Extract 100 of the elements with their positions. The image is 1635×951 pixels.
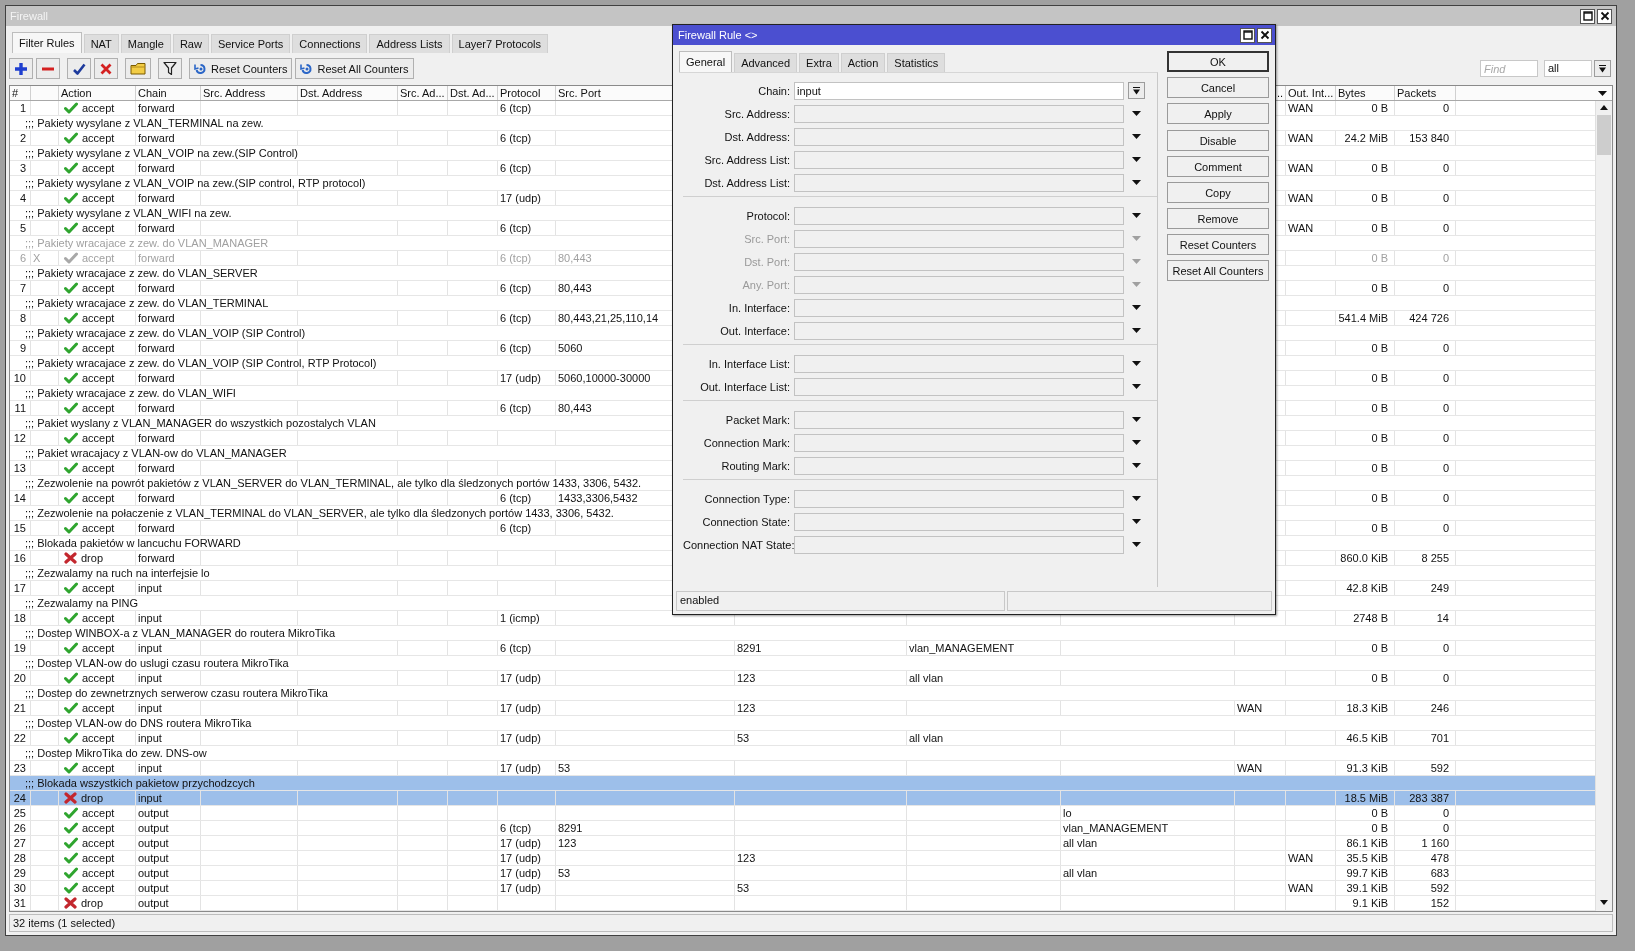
column-header[interactable]: Out. Int... (1286, 86, 1336, 100)
table-row[interactable]: 25 accept output lo 0 B 0 (10, 806, 1595, 821)
table-cell: 0 (1395, 371, 1456, 385)
column-header[interactable]: Bytes (1336, 86, 1395, 100)
table-row[interactable]: 21 accept input 17 (udp) 123 WAN 18.3 KiB 246 (10, 701, 1595, 716)
tab[interactable]: Layer7 Protocols (451, 34, 549, 53)
reset-button[interactable]: Reset Counters (189, 58, 293, 79)
table-row[interactable]: 30 accept output 17 (udp) 53 WAN 39.1 KiB 592 (10, 881, 1595, 896)
table-cell: all vlan (907, 671, 1061, 685)
dialog-button[interactable]: Reset All Counters (1167, 260, 1269, 281)
tab[interactable]: Raw (172, 34, 209, 53)
tab[interactable]: Advanced (734, 53, 798, 72)
table-cell: WAN (1286, 131, 1336, 145)
search-field[interactable]: Find (1480, 60, 1538, 77)
table-cell: forward (136, 191, 201, 205)
table-cell: forward (136, 101, 201, 115)
table-row[interactable]: 20 accept input 17 (udp) 123 all vlan 0 B 0 (10, 671, 1595, 686)
table-cell: forward (136, 281, 201, 295)
tab[interactable]: Filter Rules (12, 32, 82, 53)
table-cell: accept (82, 881, 115, 895)
dialog-button[interactable]: Copy (1167, 182, 1269, 203)
rule-comment[interactable]: ;;; Blokada wszystkich pakietow przychodzcych (10, 776, 1595, 791)
table-cell: 123 (735, 671, 907, 685)
table-cell: 6 (tcp) (498, 281, 556, 295)
dialog-button[interactable]: Apply (1167, 103, 1269, 124)
dialog-button[interactable]: Disable (1167, 130, 1269, 151)
field-label: Packet Mark: (724, 413, 790, 426)
rule-comment[interactable]: ;;; Dostep VLAN-ow do DNS routera MikroTika (10, 716, 1595, 731)
column-header[interactable]: Chain (136, 86, 201, 100)
column-header[interactable]: Protocol (498, 86, 556, 100)
column-header[interactable]: Dst. Address (298, 86, 398, 100)
tab[interactable]: Statistics (887, 53, 946, 72)
row-number: 31 (10, 896, 31, 910)
table-cell: output (136, 896, 201, 910)
table-cell: 17 (udp) (498, 731, 556, 745)
row-number: 20 (10, 671, 31, 685)
table-cell: 0 B (1336, 281, 1395, 295)
dialog-button[interactable]: Cancel (1167, 77, 1269, 98)
row-number: 12 (10, 431, 31, 445)
row-number: 29 (10, 866, 31, 880)
tab[interactable]: Extra (799, 53, 839, 72)
dialog-button[interactable]: Comment (1167, 156, 1269, 177)
table-cell: accept (82, 731, 115, 745)
tab[interactable]: Service Ports (210, 34, 291, 53)
column-header[interactable]: Src. Ad... (398, 86, 448, 100)
table-cell: forward (136, 491, 201, 505)
table-cell: 17 (udp) (498, 371, 556, 385)
table-cell: input (136, 581, 201, 595)
field-label: Out. Interface: (719, 324, 790, 337)
filter-dropdown[interactable]: all (1544, 60, 1592, 77)
row-number: 15 (10, 521, 31, 535)
table-row[interactable]: 22 accept input 17 (udp) 53 all vlan 46.5 KiB 701 (10, 731, 1595, 746)
table-cell: 18.5 MiB (1336, 791, 1395, 805)
column-header[interactable]: Packets (1395, 86, 1456, 100)
dialog-button[interactable]: OK (1167, 51, 1269, 72)
tab[interactable]: Connections (292, 34, 368, 53)
table-cell: 424 726 (1395, 311, 1456, 325)
table-cell: forward (136, 311, 201, 325)
dialog-button[interactable]: Remove (1167, 208, 1269, 229)
table-row[interactable]: 27 accept output 17 (udp) 123 all vlan 86.1 KiB 1 160 (10, 836, 1595, 851)
column-header[interactable]: Src. Address (201, 86, 298, 100)
table-row[interactable]: 31 drop output 9.1 KiB 152 (10, 896, 1595, 911)
field-label: In. Interface List: (707, 357, 790, 370)
table-cell: vlan_MANAGEMENT (907, 641, 1061, 655)
column-header[interactable]: Action (59, 86, 136, 100)
tab[interactable]: NAT (83, 34, 119, 53)
field-label: Any. Port: (741, 278, 790, 291)
table-cell: vlan_MANAGEMENT (1061, 821, 1235, 835)
table-row[interactable]: 19 accept input 6 (tcp) 8291 vlan_MANAGEMENT 0 B 0 (10, 641, 1595, 656)
input-field[interactable]: input (794, 81, 1124, 100)
rule-comment[interactable]: ;;; Dostep VLAN-ow do uslugi czasu routera MikroTika (10, 656, 1595, 671)
table-cell: 0 (1395, 401, 1456, 415)
table-cell: WAN (1286, 851, 1336, 865)
table-cell: 42.8 KiB (1336, 581, 1395, 595)
row-number: 17 (10, 581, 31, 595)
column-header[interactable]: Dst. Ad... (448, 86, 498, 100)
table-row[interactable]: 26 accept output 6 (tcp) 8291 vlan_MANAGEMENT 0 B 0 (10, 821, 1595, 836)
table-cell: drop (81, 896, 104, 910)
table-cell: input (136, 641, 201, 655)
tab[interactable]: Mangle (120, 34, 171, 53)
table-cell: forward (136, 461, 201, 475)
table-cell: WAN (1286, 161, 1336, 175)
dialog-button[interactable]: Reset Counters (1167, 234, 1269, 255)
rule-comment[interactable]: ;;; Dostep do zewnetrznych serwerow czasu routera MikroTika (10, 686, 1595, 701)
tab[interactable]: Action (840, 53, 886, 72)
rule-comment[interactable]: ;;; Dostep MikroTika do zew. DNS-ow (10, 746, 1595, 761)
tab[interactable]: General (679, 51, 733, 72)
table-cell: 6 (tcp) (498, 161, 556, 175)
column-header[interactable]: # (10, 86, 31, 100)
table-row[interactable]: 28 accept output 17 (udp) 123 WAN 35.5 KiB 478 (10, 851, 1595, 866)
table-cell: accept (82, 761, 115, 775)
rule-comment[interactable]: ;;; Dostep WINBOX-a z VLAN_MANAGER do routera MikroTika (10, 626, 1595, 641)
reset-button[interactable]: Reset All Counters (295, 58, 414, 79)
table-cell: accept (82, 836, 115, 850)
table-row[interactable]: 24 drop input 18.5 MiB 283 387 (10, 791, 1595, 806)
table-cell: 0 B (1336, 251, 1395, 265)
row-number: 4 (10, 191, 31, 205)
table-row[interactable]: 29 accept output 17 (udp) 53 all vlan 99.7 KiB 683 (10, 866, 1595, 881)
table-cell: forward (136, 431, 201, 445)
tab[interactable]: Address Lists (369, 34, 450, 53)
